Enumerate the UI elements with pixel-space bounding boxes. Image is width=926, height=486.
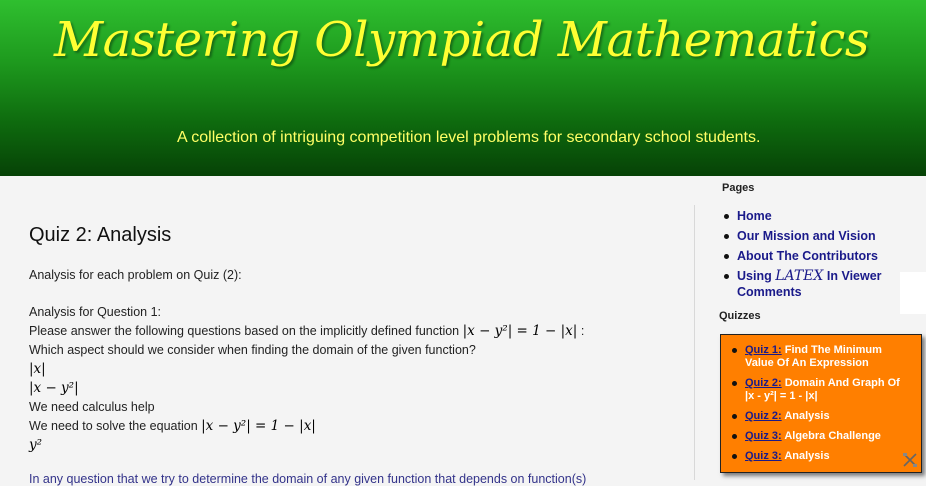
page-link-mission[interactable]: Our Mission and Vision <box>723 228 907 244</box>
site-title[interactable]: Mastering Olympiad Mathematics <box>54 12 869 68</box>
option-3: We need calculus help <box>29 400 155 414</box>
equation: |x − y²| = 1 − |x| <box>462 323 578 339</box>
option-2: |x − y²| <box>29 380 79 396</box>
page-link-contributors[interactable]: About The Contributors <box>723 248 907 264</box>
quiz-item: Quiz 2: Analysis <box>731 410 911 423</box>
option-4: We need to solve the equation |x − y²| =… <box>29 417 679 436</box>
page-link-latex-pre: Using <box>737 269 772 283</box>
quiz-link[interactable]: Quiz 1: <box>745 344 782 356</box>
site-tagline: A collection of intriguing competition l… <box>177 129 761 146</box>
question-heading: Analysis for Question 1: <box>29 305 162 319</box>
post-intro: Analysis for each problem on Quiz (2): <box>29 268 242 282</box>
quiz-link[interactable]: Quiz 2: <box>745 377 782 389</box>
option-1: |x| <box>29 361 46 377</box>
question-text: Please answer the following questions ba… <box>29 324 460 338</box>
truncated-paragraph: In any question that we try to determine… <box>29 472 587 486</box>
quizzes-heading: Quizzes <box>719 310 761 322</box>
page-link-home[interactable]: Home <box>723 208 907 224</box>
pages-list: Home Our Mission and Vision About The Co… <box>723 208 907 304</box>
quiz-link[interactable]: Quiz 3: <box>745 450 782 462</box>
resize-tools-icon[interactable] <box>902 452 918 468</box>
post-title[interactable]: Quiz 2: Analysis <box>29 224 171 247</box>
question-prompt: Which aspect should we consider when fin… <box>29 343 476 357</box>
question-text-line: Please answer the following questions ba… <box>29 322 679 341</box>
latex-logo: LATEX <box>775 268 824 284</box>
sidebar-divider <box>694 205 695 480</box>
pages-heading: Pages <box>722 182 755 194</box>
quiz-item-text: Analysis <box>784 410 830 422</box>
blank-panel <box>900 272 926 314</box>
quizzes-list: Quiz 1: Find The Minimum Value Of An Exp… <box>731 344 911 470</box>
question-colon: : <box>580 324 585 338</box>
quiz-item-text: Algebra Challenge <box>784 430 881 442</box>
quiz-item: Quiz 1: Find The Minimum Value Of An Exp… <box>731 344 911 370</box>
option-4-equation: |x − y²| = 1 − |x| <box>201 418 316 434</box>
option-4-text: We need to solve the equation <box>29 419 198 433</box>
quizzes-box: Quiz 1: Find The Minimum Value Of An Exp… <box>720 334 922 473</box>
page-link-latex[interactable]: Using LATEX In Viewer Comments <box>723 268 907 300</box>
quiz-item: Quiz 3: Analysis <box>731 450 911 463</box>
quiz-item-text: Analysis <box>784 450 830 462</box>
quiz-item: Quiz 2: Domain And Graph Of |x - y²| = 1… <box>731 377 911 403</box>
site-header: Mastering Olympiad Mathematics A collect… <box>0 0 926 176</box>
quiz-link[interactable]: Quiz 2: <box>745 410 782 422</box>
quiz-item: Quiz 3: Algebra Challenge <box>731 430 911 443</box>
option-5: y² <box>29 437 43 453</box>
post-body: Analysis for each problem on Quiz (2): A… <box>29 266 679 455</box>
quiz-link[interactable]: Quiz 3: <box>745 430 782 442</box>
